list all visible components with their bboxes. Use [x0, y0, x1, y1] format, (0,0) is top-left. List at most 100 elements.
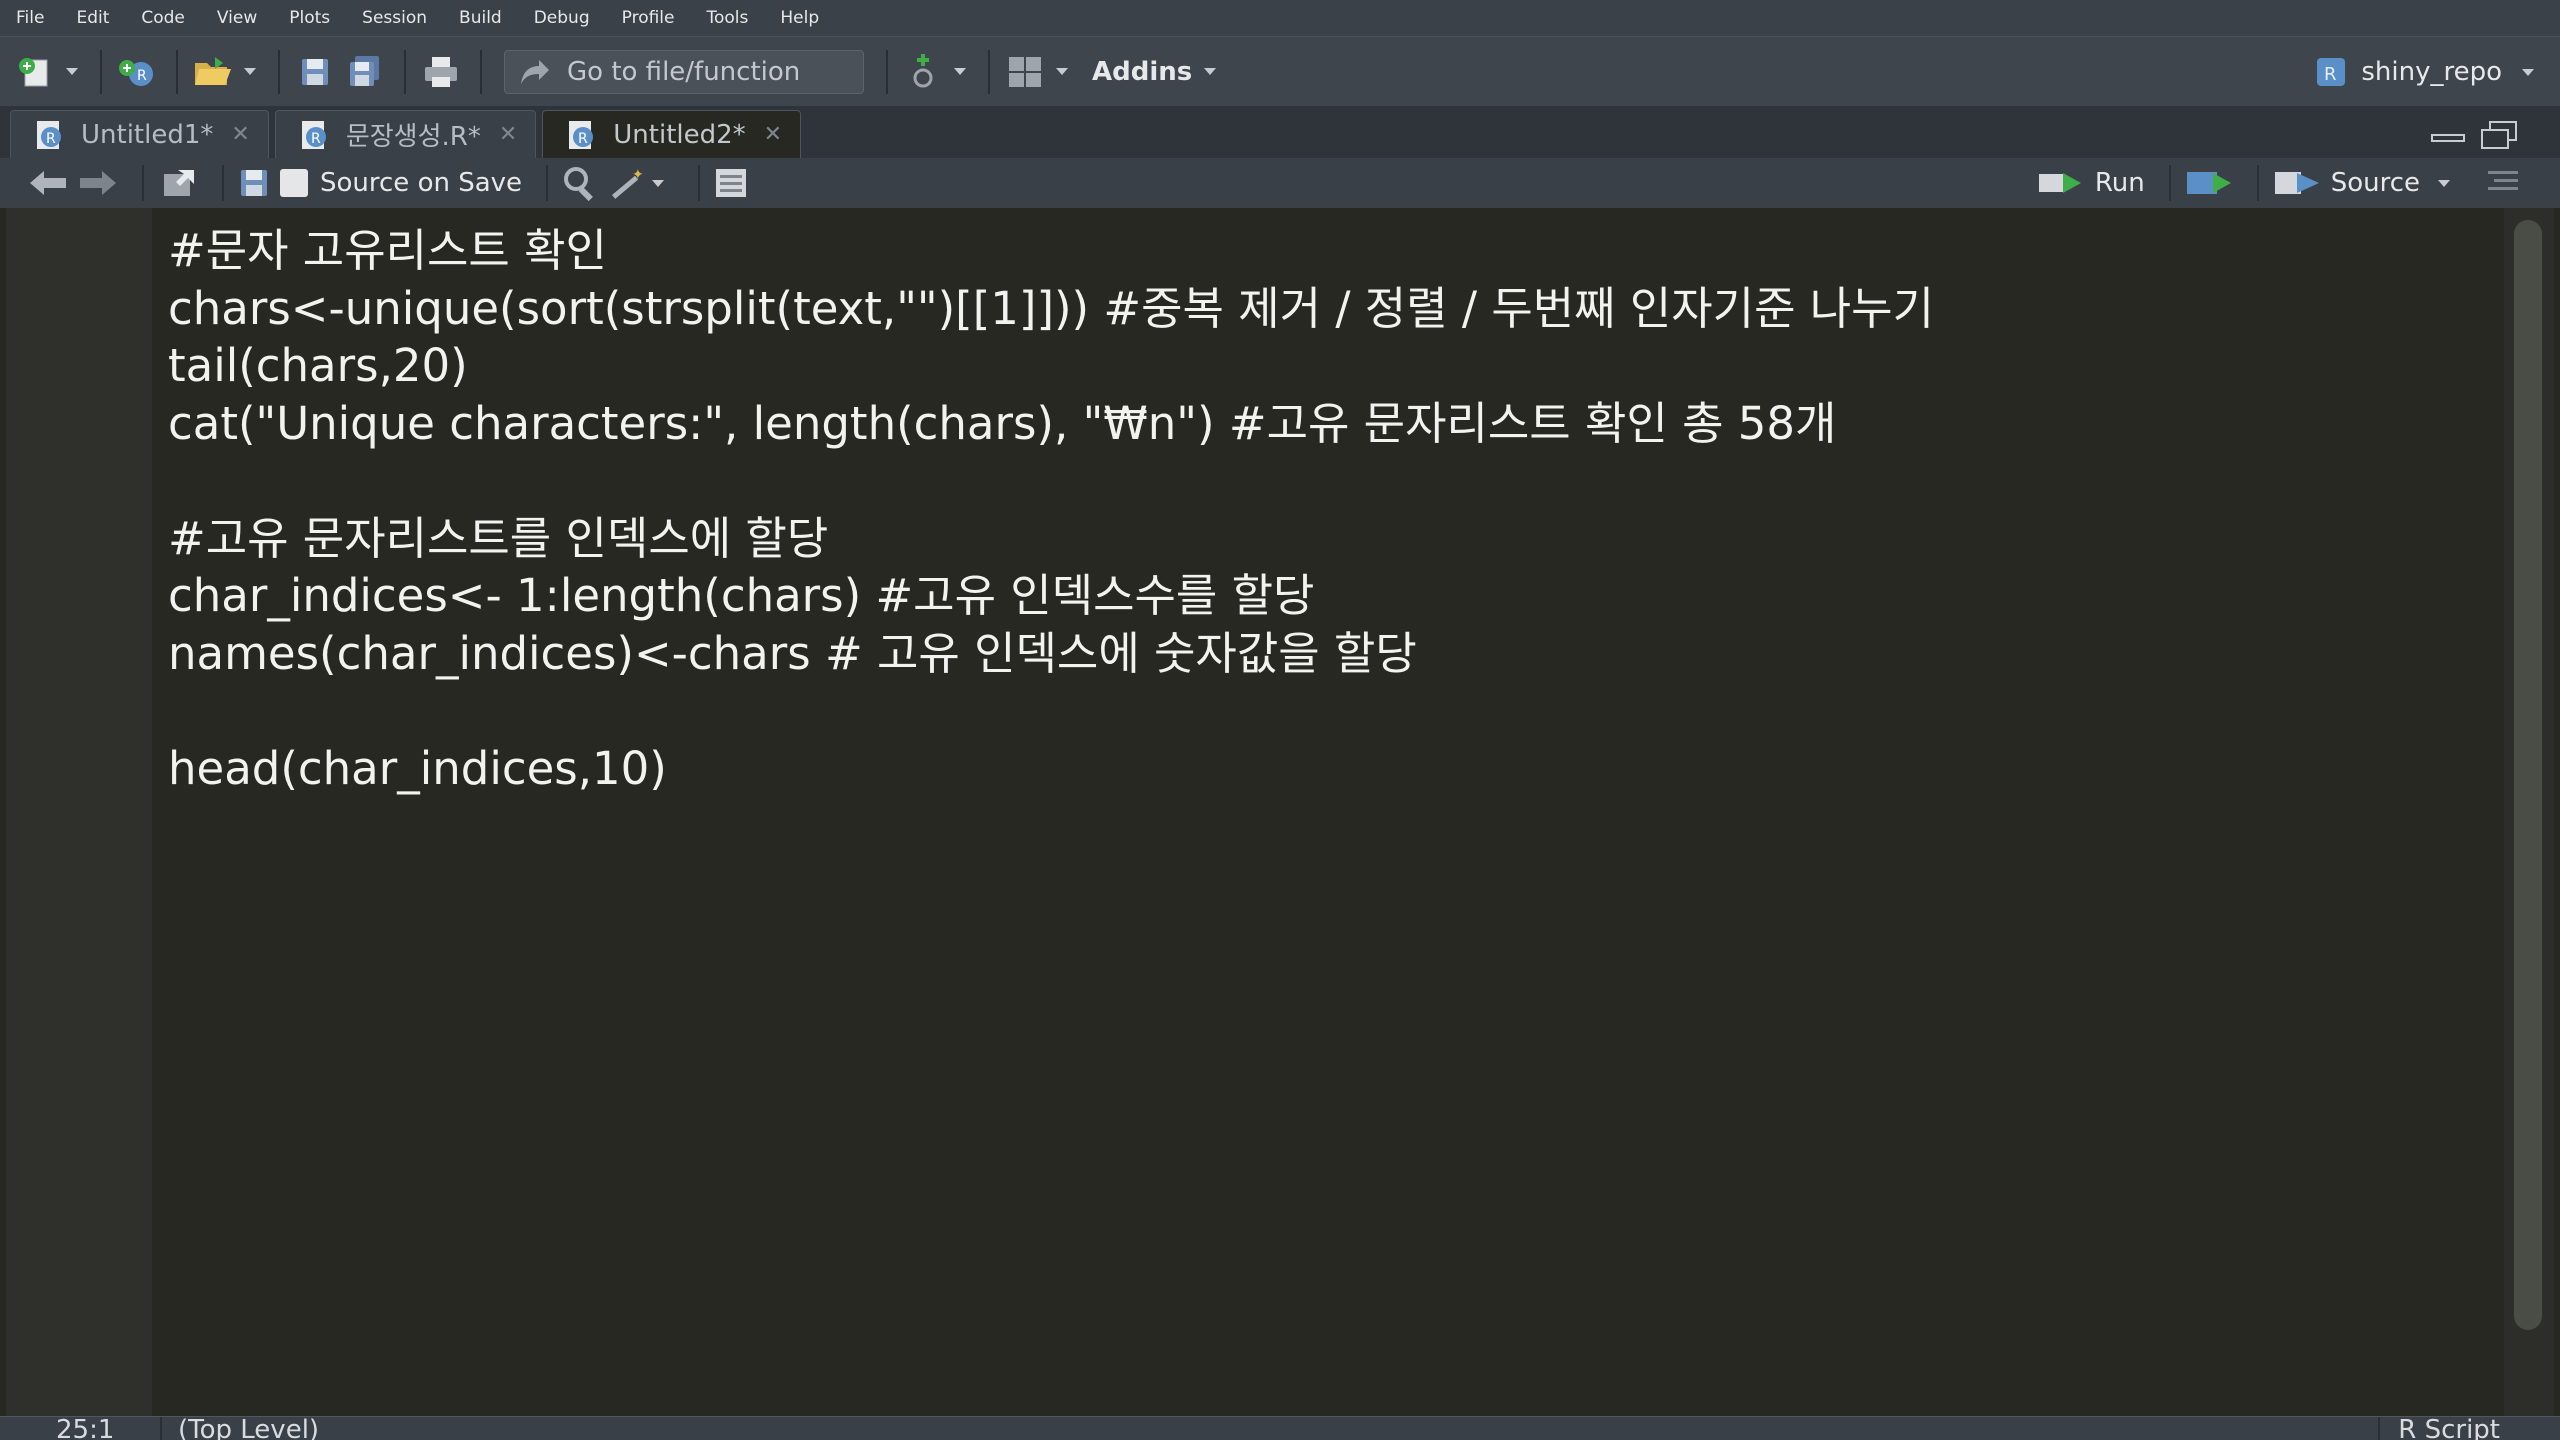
menu-help[interactable]: Help [780, 8, 819, 28]
find-replace-button[interactable] [562, 163, 598, 203]
r-file-icon: R [569, 120, 594, 149]
forward-button[interactable] [78, 163, 118, 203]
chevron-down-icon[interactable] [1204, 68, 1217, 75]
git-icon [913, 53, 933, 87]
arrow-left-icon [30, 171, 66, 195]
close-icon[interactable]: ✕ [764, 122, 782, 147]
tab-sentence-gen[interactable]: R 문장생성.R* ✕ [274, 110, 537, 158]
svg-text:R: R [311, 131, 321, 147]
menu-code[interactable]: Code [141, 8, 185, 28]
new-project-button[interactable]: R [114, 49, 160, 95]
svg-text:R: R [137, 68, 147, 84]
pane-layout-button[interactable] [1002, 49, 1048, 95]
close-icon[interactable]: ✕ [499, 122, 517, 147]
tab-untitled2[interactable]: R Untitled2* ✕ [542, 110, 802, 158]
vcs-button[interactable] [900, 49, 946, 95]
notebook-icon [716, 169, 747, 197]
save-icon [241, 170, 267, 196]
source-label: Source [2330, 168, 2420, 198]
rerun-button[interactable] [2185, 163, 2233, 203]
arrow-right-icon [80, 171, 116, 195]
main-toolbar: R Go to file/function Addins R shiny_rep… [0, 36, 2560, 106]
menu-file[interactable]: File [16, 8, 44, 28]
project-icon: R [2317, 58, 2346, 86]
svg-text:✦: ✦ [632, 167, 644, 183]
cursor-position: 25:1 [56, 1416, 115, 1440]
code-line: char_indices<- 1:length(chars) #고유 인덱스수를… [168, 569, 1315, 622]
run-label: Run [2094, 168, 2145, 198]
tab-label: Untitled2* [613, 119, 746, 150]
scope-selector[interactable]: (Top Level) [178, 1417, 319, 1440]
print-button[interactable] [418, 49, 464, 95]
show-in-window-button[interactable] [158, 163, 198, 203]
menu-tools[interactable]: Tools [706, 8, 748, 28]
compile-report-button[interactable] [714, 163, 748, 203]
menu-plots[interactable]: Plots [289, 8, 330, 28]
save-button[interactable] [292, 49, 338, 95]
source-on-save-label: Source on Save [320, 168, 523, 198]
new-file-button[interactable] [12, 49, 58, 95]
chevron-down-icon [2522, 68, 2534, 76]
back-button[interactable] [28, 163, 68, 203]
code-line: #문자 고유리스트 확인 [168, 224, 607, 277]
addins-menu[interactable]: Addins [1092, 57, 1192, 87]
r-file-icon: R [301, 120, 326, 149]
go-to-file-input[interactable]: Go to file/function [504, 49, 864, 94]
save-all-button[interactable] [342, 49, 388, 95]
tab-label: Untitled1* [81, 119, 214, 150]
source-button[interactable]: Source [2273, 163, 2460, 203]
source-icon [2274, 172, 2319, 194]
new-project-icon: R [119, 59, 153, 86]
code-line: tail(chars,20) [168, 339, 468, 392]
pane-controls [2430, 120, 2520, 150]
editor-tab-strip: R Untitled1* ✕ R 문장생성.R* ✕ R Untitled2* … [0, 106, 2560, 158]
search-icon [564, 167, 593, 201]
vertical-scrollbar[interactable] [2504, 208, 2554, 1416]
print-icon [425, 56, 457, 87]
project-menu[interactable]: R shiny_repo [2313, 37, 2544, 107]
open-file-button[interactable] [190, 49, 236, 95]
menu-debug[interactable]: Debug [534, 8, 590, 28]
grid-icon [1009, 56, 1041, 87]
arrow-right-icon [521, 59, 549, 84]
scrollbar-thumb[interactable] [2514, 220, 2542, 1330]
close-icon[interactable]: ✕ [231, 122, 249, 147]
chevron-down-icon[interactable] [2438, 179, 2450, 187]
minimize-pane-icon[interactable] [2430, 125, 2466, 145]
tab-untitled1[interactable]: R Untitled1* ✕ [10, 110, 269, 158]
file-type-selector[interactable]: R Script [2398, 1417, 2500, 1440]
go-to-file-placeholder: Go to file/function [567, 56, 801, 87]
code-line: head(char_indices,10) [168, 741, 667, 795]
svg-text:R: R [578, 131, 588, 147]
save-button[interactable] [238, 163, 270, 203]
chevron-down-icon[interactable] [66, 68, 78, 75]
menu-profile[interactable]: Profile [622, 8, 675, 28]
code-tools-button[interactable]: ✦ [608, 163, 674, 203]
save-all-icon [350, 55, 379, 86]
chevron-down-icon[interactable] [1056, 68, 1068, 75]
source-on-save-toggle[interactable]: Source on Save [280, 163, 522, 203]
r-file-icon: R [37, 120, 61, 149]
document-outline-button[interactable] [2486, 163, 2520, 203]
run-icon [2038, 173, 2081, 193]
menu-session[interactable]: Session [362, 8, 427, 28]
project-name: shiny_repo [2361, 57, 2502, 87]
run-button[interactable]: Run [2037, 163, 2145, 203]
menu-bar: File Edit Code View Plots Session Build … [0, 0, 2560, 36]
code-content[interactable]: #문자 고유리스트 확인 chars<-unique(sort(strsplit… [168, 222, 1934, 797]
status-bar: 25:1 (Top Level) R Script [0, 1416, 2560, 1440]
outline-icon [2488, 171, 2518, 190]
rerun-icon [2186, 172, 2231, 194]
code-line: names(char_indices)<-chars # 고유 인덱스에 숫자값… [168, 626, 1417, 680]
source-on-save-checkbox[interactable] [280, 169, 308, 197]
maximize-pane-icon[interactable] [2480, 120, 2520, 150]
chevron-down-icon[interactable] [954, 68, 966, 75]
code-editor[interactable]: #문자 고유리스트 확인 chars<-unique(sort(strsplit… [6, 208, 2504, 1416]
menu-edit[interactable]: Edit [76, 8, 109, 28]
menu-view[interactable]: View [217, 8, 257, 28]
code-line: chars<-unique(sort(strsplit(text,"")[[1]… [168, 281, 1934, 335]
menu-build[interactable]: Build [459, 8, 502, 28]
chevron-down-icon[interactable] [244, 68, 256, 75]
